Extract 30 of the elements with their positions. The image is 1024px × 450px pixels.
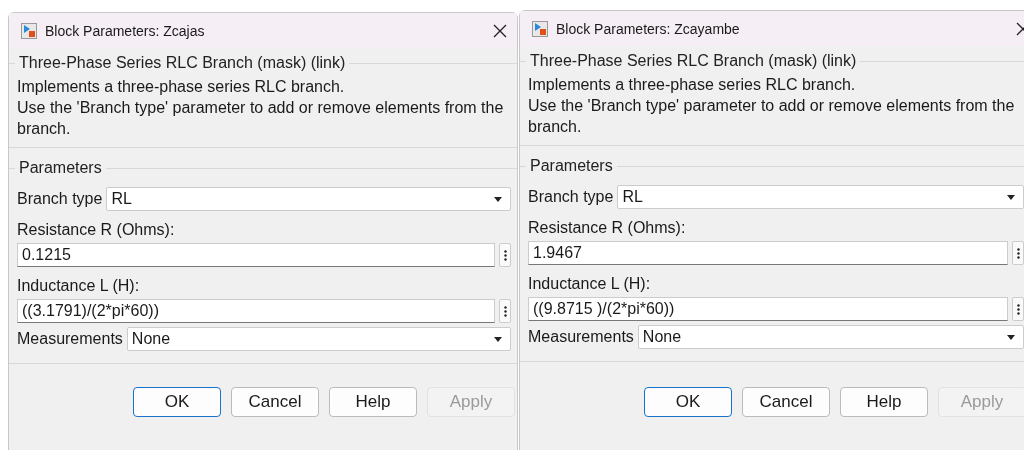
description-text: Use the 'Branch type' parameter to add or remove elements from the branch. [528, 96, 1016, 137]
input-field[interactable]: 1.9467 [528, 241, 1008, 265]
field-label: Resistance R (Ohms): [528, 219, 686, 237]
dialog-button[interactable]: Cancel [742, 387, 830, 417]
group-title: Three-Phase Series RLC Branch (mask) (link) [15, 54, 350, 72]
dialog-button[interactable]: Help [840, 387, 928, 417]
input-field[interactable]: ((3.1791)/(2*pi*60)) [17, 299, 495, 323]
description-text: Implements a three-phase series RLC branch. [528, 75, 857, 95]
dialog-button[interactable]: OK [644, 387, 732, 417]
branch-type-dropdown[interactable]: RL [106, 187, 511, 211]
input-field[interactable]: 0.1215 [17, 243, 495, 267]
dialog-button[interactable]: Cancel [231, 387, 319, 417]
group-title: Three-Phase Series RLC Branch (mask) (link) [526, 52, 861, 70]
field-label: Measurements [17, 330, 123, 348]
field-label: Resistance R (Ohms): [17, 221, 175, 239]
window-title: Block Parameters: Zcajas [45, 22, 206, 39]
measurements-dropdown[interactable]: None [637, 325, 1024, 349]
field-label: Inductance L (H): [528, 275, 651, 293]
dialog-button[interactable]: Help [329, 387, 417, 417]
field-label: Branch type [528, 188, 614, 206]
field-label: Branch type [17, 190, 103, 208]
input-field[interactable]: ((9.8715 )/(2*pi*60)) [528, 297, 1008, 321]
measurements-dropdown[interactable]: None [126, 327, 511, 351]
description-text: Use the 'Branch type' parameter to add or remove elements from the branch. [17, 98, 505, 139]
description-text: Implements a three-phase series RLC branch. [17, 77, 346, 97]
field-label: Inductance L (H): [17, 277, 140, 295]
field-label: Measurements [528, 328, 634, 346]
dialog-button[interactable]: OK [133, 387, 221, 417]
window-title: Block Parameters: Zcayambe [556, 20, 741, 37]
branch-type-dropdown[interactable]: RL [617, 185, 1024, 209]
